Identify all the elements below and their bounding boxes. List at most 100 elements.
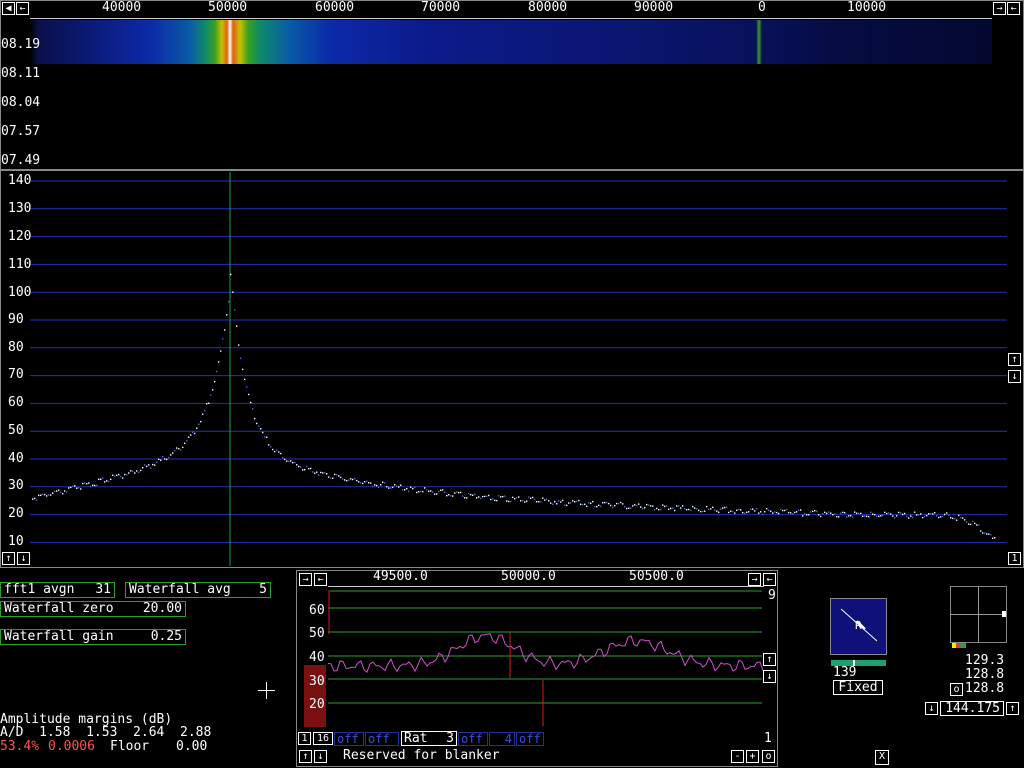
spectrum-point xyxy=(102,477,104,479)
baseband-freq-label: 50500.0 xyxy=(629,569,684,584)
afc-graph[interactable] xyxy=(950,586,1007,643)
spectrum-point xyxy=(414,486,416,489)
spectrum-point xyxy=(920,513,922,515)
spectrum-point xyxy=(570,502,572,504)
spectrum-point xyxy=(542,497,544,499)
spectrum-point xyxy=(886,512,888,515)
spectrum-point xyxy=(788,511,790,514)
spectrum-point xyxy=(482,495,484,498)
spectrum-point xyxy=(268,444,270,446)
spectrum-point xyxy=(610,504,612,507)
waterfall-gain-field[interactable]: Waterfall gain 0.25 xyxy=(0,629,186,645)
s-meter-mode-button[interactable]: Fixed xyxy=(833,680,883,695)
spectrum-point xyxy=(902,513,904,516)
baseband-off2-button[interactable]: off xyxy=(365,732,399,746)
noise-value: 0.0006 xyxy=(48,739,95,754)
spectrum-point xyxy=(118,473,120,476)
spectrum-graph[interactable] xyxy=(0,170,1024,568)
spectrum-point xyxy=(936,515,938,517)
spectrum-point xyxy=(364,481,366,483)
spectrum-y-label: 90 xyxy=(8,312,24,327)
waterfall-scroll-left-button[interactable]: ◀ xyxy=(2,2,15,15)
spectrum-point xyxy=(896,515,898,517)
spectrum-point xyxy=(426,489,428,491)
spectrum-point xyxy=(120,475,122,478)
spectrum-point xyxy=(294,461,296,464)
baseband-right2-button[interactable]: → xyxy=(748,573,761,586)
blanker-down-button[interactable]: ↓ xyxy=(314,750,327,763)
blanker-plus-button[interactable]: + xyxy=(746,750,759,763)
baseband-off3-button[interactable]: off xyxy=(458,732,488,746)
freq-down-button[interactable]: ↓ xyxy=(925,702,938,715)
waterfall-image[interactable] xyxy=(30,20,992,64)
spectrum-point xyxy=(908,517,910,519)
spectrum-point xyxy=(336,474,338,476)
fft1-avgn-field[interactable]: fft1 avgn 31 xyxy=(0,582,115,598)
baseband-gain-down-button[interactable]: ↓ xyxy=(763,670,776,683)
waterfall-scroll-right-button[interactable]: → xyxy=(993,2,1006,15)
baseband-off1-button[interactable]: off xyxy=(334,732,364,746)
waterfall-avg-field[interactable]: Waterfall avg 5 xyxy=(125,582,271,598)
spectrum-point xyxy=(946,512,948,514)
spectrum-point xyxy=(944,513,946,516)
spectrum-zoom-up-button[interactable]: ↑ xyxy=(2,552,15,565)
baseband-box1[interactable]: 1 xyxy=(298,732,311,745)
spectrum-point xyxy=(540,501,542,503)
spectrum-point xyxy=(468,492,470,495)
spectrum-avg-button[interactable]: 1 xyxy=(1008,552,1021,565)
blanker-o-button[interactable]: o xyxy=(762,750,775,763)
spectrum-point xyxy=(422,490,424,493)
spectrum-point xyxy=(196,427,198,429)
waterfall-gain-label: Waterfall gain xyxy=(4,629,114,644)
baseband-gain-up-button[interactable]: ↑ xyxy=(763,653,776,666)
spectrum-point xyxy=(408,490,410,493)
spectrum-zoom-down-button[interactable]: ↓ xyxy=(17,552,30,565)
spectrum-point xyxy=(716,510,718,512)
freq-up-button[interactable]: ↑ xyxy=(1006,702,1019,715)
blanker-minus-button[interactable]: - xyxy=(731,750,744,763)
rat-field[interactable]: Rat 3 xyxy=(401,731,457,746)
baseband-top-right-label: 9 xyxy=(768,588,776,603)
spectrum-point xyxy=(872,513,874,515)
spectrum-point xyxy=(310,467,312,470)
spectrum-point xyxy=(988,533,990,535)
spectrum-point xyxy=(648,504,650,506)
spectrum-point xyxy=(112,474,114,476)
baseband-left2-button[interactable]: ← xyxy=(763,573,776,586)
spectrum-point xyxy=(654,509,656,511)
baseband-left-button[interactable]: ← xyxy=(314,573,327,586)
spectrum-point xyxy=(218,361,220,363)
spectrum-point xyxy=(984,532,986,534)
s-meter-panel[interactable]: R xyxy=(830,598,887,655)
baseband-off4-button[interactable]: 4 xyxy=(489,732,515,746)
baseband-trace-line xyxy=(327,633,764,673)
spectrum-point xyxy=(272,448,274,451)
waterfall-zero-field[interactable]: Waterfall zero 20.00 xyxy=(0,601,186,617)
spectrum-point xyxy=(990,534,992,536)
spectrum-point xyxy=(484,495,486,498)
spectrum-scale-up-button[interactable]: ↑ xyxy=(1008,353,1021,366)
spectrum-point xyxy=(856,512,858,514)
baseband-graph[interactable] xyxy=(296,586,778,728)
spectrum-point xyxy=(752,508,754,510)
spectrum-point xyxy=(316,471,318,473)
baseband-off5-button[interactable]: off xyxy=(516,732,544,746)
spectrum-point xyxy=(678,505,680,507)
close-button[interactable]: X xyxy=(875,750,889,765)
baseband-right-button[interactable]: → xyxy=(299,573,312,586)
blanker-up-button[interactable]: ↑ xyxy=(299,750,312,763)
spectrum-point xyxy=(926,514,928,517)
spectrum-point xyxy=(88,482,90,484)
spectrum-point xyxy=(280,452,282,455)
spectrum-point xyxy=(200,420,202,423)
frequency-field[interactable]: 144.175 xyxy=(940,701,1004,716)
spectrum-point xyxy=(206,403,208,405)
baseband-box16[interactable]: 16 xyxy=(313,732,333,745)
spectrum-point xyxy=(646,503,648,506)
waterfall-scroll-right2-button[interactable]: ← xyxy=(1007,2,1020,15)
spectrum-scale-down-button[interactable]: ↓ xyxy=(1008,370,1021,383)
s-meter-letter: R xyxy=(855,619,862,632)
spectrum-grid xyxy=(30,180,1007,543)
waterfall-scroll-left2-button[interactable]: ← xyxy=(16,2,29,15)
afc-o-button[interactable]: o xyxy=(950,683,963,696)
